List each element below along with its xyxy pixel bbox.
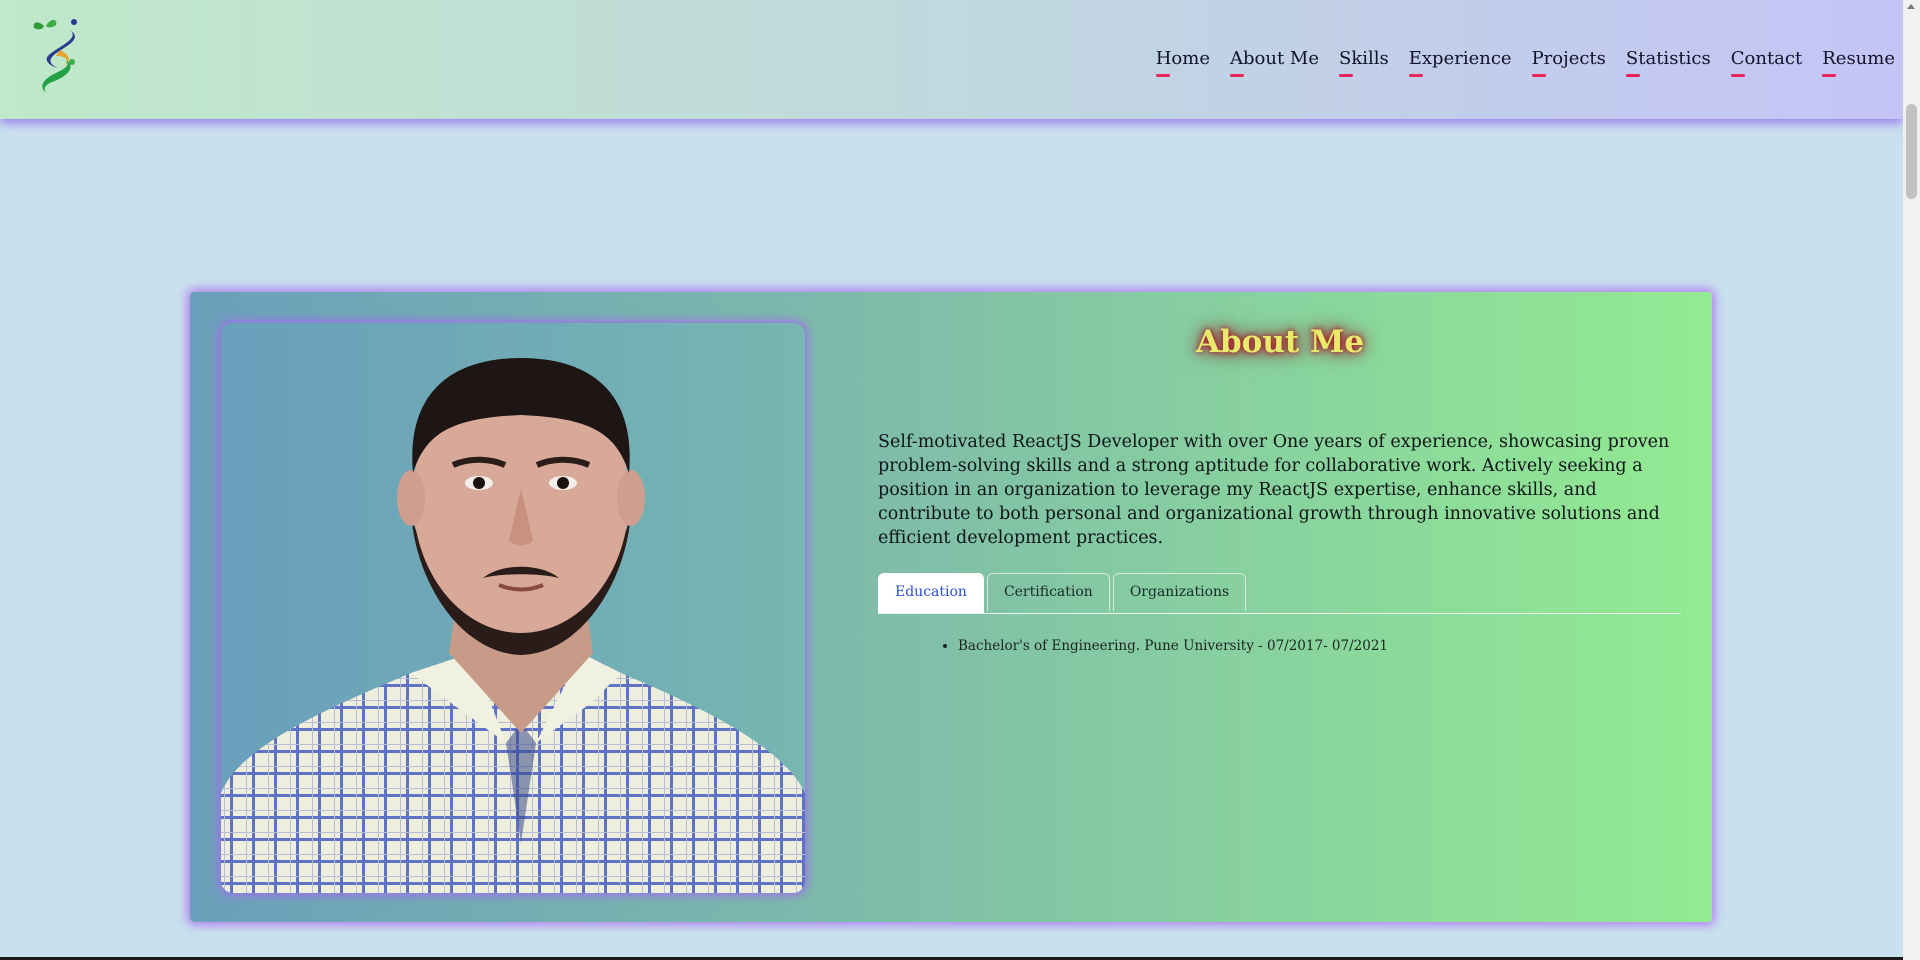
nav-skills[interactable]: Skills — [1339, 48, 1389, 77]
nav-about-me[interactable]: About Me — [1230, 48, 1319, 77]
nav-statistics[interactable]: Statistics — [1625, 48, 1711, 77]
vertical-scrollbar[interactable] — [1903, 0, 1920, 960]
tab-education[interactable]: Education — [878, 573, 984, 613]
tab-certification[interactable]: Certification — [986, 573, 1110, 611]
profile-photo — [221, 323, 805, 893]
nav-experience[interactable]: Experience — [1408, 48, 1512, 77]
tab-organizations[interactable]: Organizations — [1112, 573, 1247, 611]
scroll-up-arrow-icon[interactable] — [1907, 4, 1915, 9]
nav-home[interactable]: Home — [1155, 48, 1210, 77]
nav-resume[interactable]: Resume — [1822, 48, 1895, 77]
site-header: Home About Me Skills Experience Projects… — [0, 0, 1903, 119]
scroll-thumb[interactable] — [1906, 104, 1917, 199]
main-nav: Home About Me Skills Experience Projects… — [1136, 48, 1895, 77]
about-description: Self-motivated ReactJS Developer with ov… — [878, 432, 1670, 548]
nav-contact[interactable]: Contact — [1730, 48, 1802, 77]
logo-icon[interactable] — [30, 16, 86, 94]
about-tabs: Education Certification Organizations — [878, 573, 1681, 614]
nav-projects[interactable]: Projects — [1531, 48, 1606, 77]
education-list: Bachelor's of Engineering. Pune Universi… — [878, 638, 1678, 654]
list-item: Bachelor's of Engineering. Pune Universi… — [958, 638, 1678, 654]
about-card: About Me Self-motivated ReactJS Develope… — [190, 292, 1712, 922]
about-title: About Me — [1195, 324, 1365, 360]
